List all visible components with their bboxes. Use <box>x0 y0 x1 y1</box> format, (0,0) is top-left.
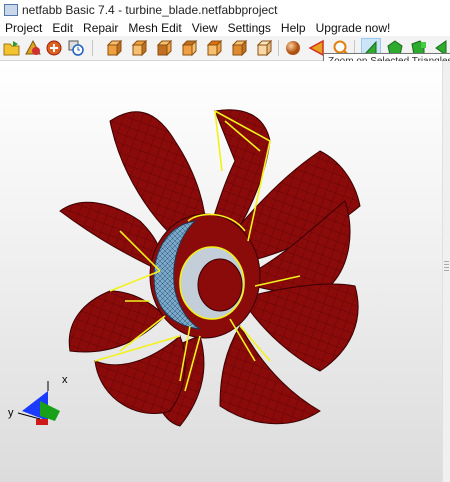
view-perspective-icon[interactable] <box>254 38 274 58</box>
menu-help[interactable]: Help <box>276 21 311 35</box>
view-top-icon[interactable] <box>204 38 224 58</box>
blade-left <box>68 290 166 353</box>
window-title: netfabb Basic 7.4 - turbine_blade.netfab… <box>22 3 278 17</box>
menu-bar: Project Edit Repair Mesh Edit View Setti… <box>0 20 450 36</box>
view-front-icon[interactable] <box>104 38 124 58</box>
axis-label-x: x <box>62 374 68 386</box>
view-left-icon[interactable] <box>154 38 174 58</box>
menu-upgrade-now[interactable]: Upgrade now! <box>311 21 396 35</box>
title-bar: netfabb Basic 7.4 - turbine_blade.netfab… <box>0 0 450 20</box>
netfabb-app-icon <box>4 4 18 16</box>
menu-project[interactable]: Project <box>0 21 47 35</box>
axis-label-y: y <box>8 407 14 419</box>
toolbar-separator <box>92 40 93 56</box>
3d-viewport[interactable]: x y <box>0 61 442 482</box>
open-project-icon[interactable] <box>2 38 22 58</box>
add-part-icon[interactable] <box>23 38 43 58</box>
blade-upper-left <box>59 201 162 272</box>
right-panel-splitter[interactable] <box>442 61 450 482</box>
menu-view[interactable]: View <box>187 21 223 35</box>
view-bottom-icon[interactable] <box>229 38 249 58</box>
menu-settings[interactable]: Settings <box>223 21 276 35</box>
repair-icon[interactable] <box>44 38 64 58</box>
splitter-grip[interactable] <box>444 261 449 271</box>
axis-triad: x y <box>8 374 68 425</box>
measure-clock-icon[interactable] <box>66 38 86 58</box>
view-right-icon[interactable] <box>179 38 199 58</box>
menu-edit[interactable]: Edit <box>47 21 78 35</box>
toolbar-separator <box>278 40 279 56</box>
select-sphere-icon[interactable] <box>283 38 303 58</box>
axis-x-red <box>36 419 48 425</box>
view-back-icon[interactable] <box>129 38 149 58</box>
blade-lower-right <box>249 283 359 372</box>
turbine-blade-model[interactable]: x y <box>0 61 442 482</box>
hub-core <box>197 258 243 312</box>
menu-repair[interactable]: Repair <box>78 21 123 35</box>
menu-mesh-edit[interactable]: Mesh Edit <box>123 21 186 35</box>
